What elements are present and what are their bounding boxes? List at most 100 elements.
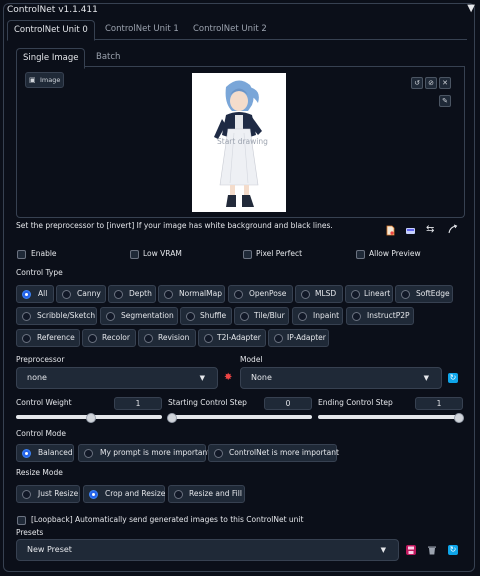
chevron-down-icon: ▼ bbox=[380, 546, 386, 554]
presets-select[interactable]: New Preset ▼ bbox=[16, 539, 399, 561]
control-type-lineart[interactable]: Lineart bbox=[345, 285, 393, 303]
undo-icon[interactable]: ↺ bbox=[411, 77, 423, 89]
control-type-revision[interactable]: Revision bbox=[138, 329, 196, 347]
ending-step-input[interactable]: 1 bbox=[415, 397, 463, 410]
option-label: Inpaint bbox=[313, 311, 340, 320]
tab-batch[interactable]: Batch bbox=[90, 48, 126, 66]
control-type-mlsd[interactable]: MLSD bbox=[295, 285, 343, 303]
close-icon[interactable]: ✕ bbox=[439, 77, 451, 89]
option-label: SoftEdge bbox=[416, 289, 450, 298]
starting-step-input[interactable]: 0 bbox=[264, 397, 312, 410]
low-vram-checkbox[interactable] bbox=[130, 250, 139, 259]
ending-step-label: Ending Control Step bbox=[318, 398, 393, 407]
brush-icon[interactable]: ✎ bbox=[439, 95, 451, 107]
ending-step-slider[interactable] bbox=[318, 415, 463, 419]
control-type-canny[interactable]: Canny bbox=[56, 285, 106, 303]
control-type-reference[interactable]: Reference bbox=[16, 329, 80, 347]
option-label: Scribble/Sketch bbox=[37, 311, 96, 320]
curve-arrow-icon[interactable] bbox=[447, 224, 458, 235]
loopback-checkbox[interactable] bbox=[17, 516, 26, 525]
presets-label: Presets bbox=[16, 528, 44, 537]
tab-controlnet-unit-2[interactable]: ControlNet Unit 2 bbox=[187, 20, 273, 38]
option-label: Recolor bbox=[102, 333, 130, 342]
option-label: Canny bbox=[77, 289, 101, 298]
tab-controlnet-unit-1[interactable]: ControlNet Unit 1 bbox=[99, 20, 185, 38]
option-label: Just Resize bbox=[38, 489, 79, 498]
starting-step-slider[interactable] bbox=[168, 415, 312, 419]
control-type-softedge[interactable]: SoftEdge bbox=[395, 285, 453, 303]
control-type-all[interactable]: All bbox=[16, 285, 54, 303]
preprocessor-label: Preprocessor bbox=[16, 355, 65, 364]
radio-selected-icon bbox=[89, 490, 98, 499]
control-type-segmentation[interactable]: Segmentation bbox=[100, 307, 178, 325]
control-type-instructp2p[interactable]: InstructP2P bbox=[346, 307, 414, 325]
control-type-ip-adapter[interactable]: IP-Adapter bbox=[268, 329, 329, 347]
radio-selected-icon bbox=[22, 290, 31, 299]
control-type-tile-blur[interactable]: Tile/Blur bbox=[234, 307, 289, 325]
control-type-recolor[interactable]: Recolor bbox=[82, 329, 136, 347]
save-preset-icon[interactable] bbox=[406, 545, 416, 555]
resize-mode-crop-and-resize[interactable]: Crop and Resize bbox=[83, 485, 165, 503]
radio-icon bbox=[88, 334, 97, 343]
option-label: Tile/Blur bbox=[254, 311, 285, 320]
option-label: ControlNet is more important bbox=[229, 448, 339, 457]
radio-icon bbox=[274, 334, 283, 343]
radio-icon bbox=[22, 334, 31, 343]
option-label: Reference bbox=[37, 333, 75, 342]
run-preprocessor-icon[interactable]: ✸ bbox=[224, 372, 232, 383]
control-mode-prompt-important[interactable]: My prompt is more important bbox=[78, 444, 210, 462]
model-value: None bbox=[251, 373, 272, 382]
ending-step-slider-thumb[interactable] bbox=[454, 413, 464, 423]
radio-icon bbox=[164, 290, 173, 299]
tab-controlnet-unit-0[interactable]: ControlNet Unit 0 bbox=[7, 20, 95, 41]
control-type-normalmap[interactable]: NormalMap bbox=[158, 285, 225, 303]
radio-selected-icon bbox=[22, 449, 31, 458]
radio-icon bbox=[298, 312, 307, 321]
control-weight-label: Control Weight bbox=[16, 398, 72, 407]
canvas-hint-text: Start drawing bbox=[217, 137, 268, 146]
radio-icon bbox=[401, 290, 410, 299]
radio-icon bbox=[84, 449, 93, 458]
erase-icon[interactable]: ⊘ bbox=[425, 77, 437, 89]
control-weight-input[interactable]: 1 bbox=[114, 397, 162, 410]
image-icon: ▣ bbox=[29, 76, 36, 84]
radio-icon bbox=[234, 290, 243, 299]
resize-mode-label: Resize Mode bbox=[16, 468, 63, 477]
collapse-toggle-icon[interactable]: ▼ bbox=[467, 3, 475, 14]
chevron-down-icon: ▼ bbox=[423, 374, 429, 382]
control-type-t2i-adapter[interactable]: T2I-Adapter bbox=[198, 329, 266, 347]
allow-preview-checkbox[interactable] bbox=[356, 250, 365, 259]
preprocessor-select[interactable]: none ▼ bbox=[16, 367, 218, 389]
control-mode-controlnet-important[interactable]: ControlNet is more important bbox=[208, 444, 339, 462]
control-mode-balanced[interactable]: Balanced bbox=[16, 444, 74, 462]
option-label: InstructP2P bbox=[367, 311, 410, 320]
radio-icon bbox=[351, 290, 360, 299]
control-weight-slider-thumb[interactable] bbox=[86, 413, 96, 423]
control-type-shuffle[interactable]: Shuffle bbox=[180, 307, 232, 325]
model-label: Model bbox=[240, 355, 263, 364]
control-type-openpose[interactable]: OpenPose bbox=[228, 285, 293, 303]
radio-icon bbox=[301, 290, 310, 299]
starting-step-slider-thumb[interactable] bbox=[167, 413, 177, 423]
control-type-depth[interactable]: Depth bbox=[108, 285, 156, 303]
option-label: All bbox=[38, 289, 48, 298]
refresh-presets-icon[interactable]: ↻ bbox=[448, 545, 458, 555]
resize-mode-resize-and-fill[interactable]: Resize and Fill bbox=[168, 485, 245, 503]
option-label: Balanced bbox=[38, 448, 73, 457]
pixel-perfect-checkbox[interactable] bbox=[243, 250, 252, 259]
radio-icon bbox=[62, 290, 71, 299]
panel-title: ControlNet v1.1.411 bbox=[7, 5, 98, 15]
enable-checkbox[interactable] bbox=[17, 250, 26, 259]
presets-value: New Preset bbox=[27, 545, 72, 554]
control-mode-label: Control Mode bbox=[16, 429, 66, 438]
new-document-icon[interactable] bbox=[385, 225, 396, 236]
swap-icon[interactable]: ⇆ bbox=[426, 224, 437, 235]
control-type-inpaint[interactable]: Inpaint bbox=[292, 307, 343, 325]
model-select[interactable]: None ▼ bbox=[240, 367, 442, 389]
delete-preset-icon[interactable] bbox=[427, 545, 437, 555]
camera-icon[interactable] bbox=[405, 225, 416, 236]
radio-icon bbox=[204, 334, 213, 343]
control-type-scribble-sketch[interactable]: Scribble/Sketch bbox=[16, 307, 97, 325]
refresh-models-icon[interactable]: ↻ bbox=[448, 373, 458, 383]
resize-mode-just-resize[interactable]: Just Resize bbox=[16, 485, 80, 503]
